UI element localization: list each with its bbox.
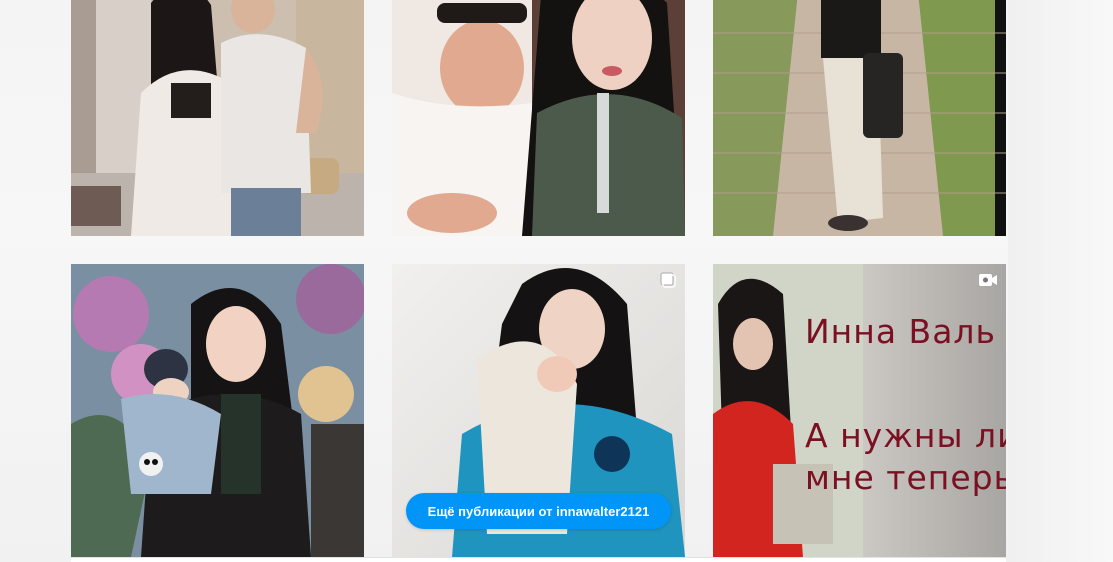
footer-divider (71, 557, 1006, 562)
more-posts-button[interactable]: Ещё публикации от innawalter2121 (406, 493, 671, 529)
overlay-text-line-1: Инна Валь (805, 312, 996, 351)
post-tile-video-cover[interactable]: Инна Валь А нужны ли мне теперь (713, 264, 1006, 557)
video-icon (979, 274, 997, 286)
overlay-text-line-2: А нужны ли (805, 416, 1006, 455)
post-tile-walking-path[interactable] (713, 0, 1006, 236)
page-margin (1008, 0, 1113, 562)
post-tile-car-selfie[interactable] (392, 0, 685, 236)
overlay-text-line-3: мне теперь (805, 458, 1006, 497)
post-tile-couple-room[interactable] (71, 0, 364, 236)
carousel-icon (660, 272, 676, 288)
post-tile-mural-baby[interactable] (71, 264, 364, 557)
instagram-embed-grid: Инна Валь А нужны ли мне теперь Ещё публ… (0, 0, 1113, 562)
